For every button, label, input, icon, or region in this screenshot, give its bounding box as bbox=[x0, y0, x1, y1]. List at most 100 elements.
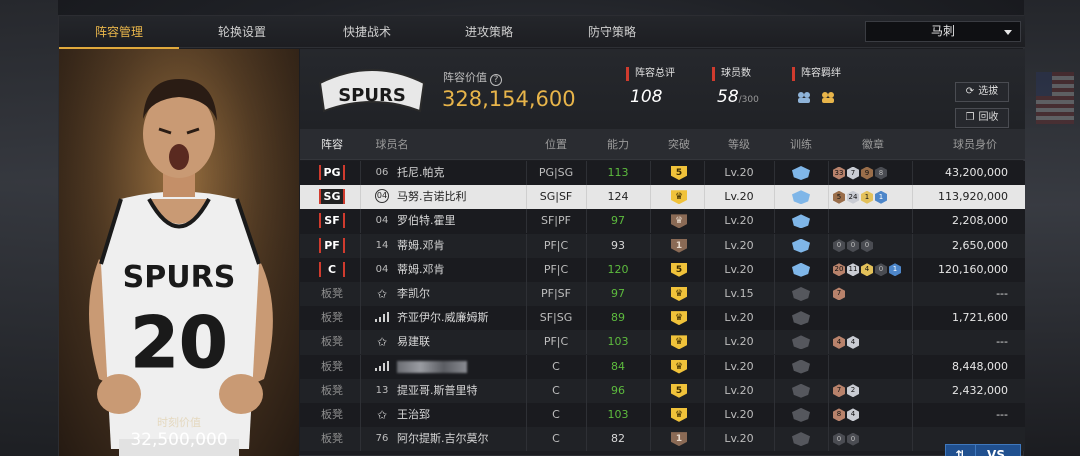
player-name[interactable]: 罗伯特.霍里 bbox=[397, 209, 522, 233]
col-breakthrough[interactable]: 突破 bbox=[664, 129, 694, 160]
breakthrough-cell[interactable]: 5 bbox=[664, 161, 694, 185]
level-cell: Lv.15 bbox=[724, 286, 754, 300]
breakthrough-cell[interactable]: 5 bbox=[664, 379, 694, 403]
player-name[interactable]: 齐亚伊尔.威廉姆斯 bbox=[397, 306, 522, 330]
player-card[interactable]: SPURS 20 时刻价值 32,500,000 bbox=[59, 49, 299, 456]
col-slot[interactable]: 阵容 bbox=[318, 129, 346, 160]
breakthrough-cell[interactable]: ♛ bbox=[664, 185, 694, 209]
slot-cell[interactable]: PF bbox=[318, 234, 346, 258]
table-row[interactable]: 板凳 ✩ 王治郅 C 103 ♛ Lv.20 8 4 --- bbox=[300, 402, 1025, 428]
recycle-button[interactable]: ❐ 回收 bbox=[955, 108, 1009, 128]
player-name[interactable]: 蒂姆.邓肯 bbox=[397, 258, 522, 282]
training-cell[interactable] bbox=[786, 330, 816, 354]
table-row[interactable]: PF 14 蒂姆.邓肯 PF|C 93 1 Lv.20 0 0 0 2,650,000 bbox=[300, 233, 1025, 258]
slot-cell[interactable]: PG bbox=[318, 161, 346, 185]
column-divider bbox=[704, 233, 705, 258]
player-name[interactable]: 蒂姆.邓肯 bbox=[397, 234, 522, 258]
col-name[interactable]: 球员名 bbox=[372, 129, 412, 160]
tab-quick-tactics[interactable]: 快捷战术 bbox=[307, 16, 427, 48]
training-icon bbox=[792, 311, 810, 326]
training-cell[interactable] bbox=[786, 355, 816, 379]
breakthrough-cell[interactable]: ♛ bbox=[664, 306, 694, 330]
table-row[interactable]: SF 04 罗伯特.霍里 SF|PF 97 ♛ Lv.20 2,208,000 bbox=[300, 209, 1025, 234]
slot-cell[interactable]: SF bbox=[318, 209, 346, 233]
column-divider bbox=[828, 161, 829, 185]
tab-rotation[interactable]: 轮换设置 bbox=[182, 16, 302, 48]
training-cell[interactable] bbox=[786, 209, 816, 233]
col-training[interactable]: 训练 bbox=[786, 129, 816, 160]
breakthrough-cell[interactable]: ♛ bbox=[664, 355, 694, 379]
slot-cell[interactable]: 板凳 bbox=[318, 379, 346, 403]
column-divider bbox=[360, 427, 361, 452]
player-name[interactable]: 李凯尔 bbox=[397, 282, 522, 306]
training-cell[interactable] bbox=[786, 306, 816, 330]
training-cell[interactable] bbox=[786, 403, 816, 427]
slot-cell[interactable]: 板凳 bbox=[318, 403, 346, 427]
training-cell[interactable] bbox=[786, 185, 816, 209]
player-name[interactable]: 阿尔提斯.吉尔莫尔 bbox=[397, 427, 522, 451]
breakthrough-cell[interactable]: ♛ bbox=[664, 209, 694, 233]
col-position[interactable]: 位置 bbox=[526, 129, 586, 160]
star-icon: ✩ bbox=[376, 286, 388, 301]
column-divider bbox=[586, 233, 587, 258]
slot-cell[interactable]: 板凳 bbox=[318, 306, 346, 330]
swap-icon[interactable]: ⇅ bbox=[946, 445, 976, 456]
player-name[interactable]: 马努.吉诺比利 bbox=[397, 185, 522, 209]
column-divider bbox=[586, 354, 587, 379]
select-button-label: 选拔 bbox=[978, 86, 999, 97]
team-dropdown[interactable]: 马刺 bbox=[865, 21, 1021, 42]
level-cell: Lv.20 bbox=[724, 335, 754, 349]
help-icon[interactable]: ? bbox=[490, 74, 502, 86]
table-row[interactable]: 板凳 齐亚伊尔.威廉姆斯 SF|SG 89 ♛ Lv.20 1,721,600 bbox=[300, 306, 1025, 331]
training-cell[interactable] bbox=[786, 379, 816, 403]
table-row[interactable]: 板凳 C 84 ♛ Lv.20 8,448,000 bbox=[300, 354, 1025, 379]
breakthrough-cell[interactable]: 5 bbox=[664, 258, 694, 282]
tab-lineup[interactable]: 阵容管理 bbox=[59, 16, 179, 49]
slot-cell[interactable]: 板凳 bbox=[318, 355, 346, 379]
training-cell[interactable] bbox=[786, 258, 816, 282]
training-cell[interactable] bbox=[786, 234, 816, 258]
slot-cell[interactable]: 板凳 bbox=[318, 427, 346, 451]
column-divider bbox=[828, 185, 829, 210]
breakthrough-cell[interactable]: ♛ bbox=[664, 403, 694, 427]
player-name[interactable]: 王治郅 bbox=[397, 403, 522, 427]
bond-icons[interactable] bbox=[796, 89, 839, 108]
training-cell[interactable] bbox=[786, 427, 816, 451]
select-button[interactable]: ⟳ 选拔 bbox=[955, 82, 1009, 102]
table-row[interactable]: SG 04 马努.吉诺比利 SG|SF 124 ♛ Lv.20 5 24 1 1 113,920,00… bbox=[300, 185, 1025, 210]
table-row[interactable]: 板凳 13 提亚哥.斯普里特 C 96 5 Lv.20 7 2 2,432,000 bbox=[300, 378, 1025, 403]
training-cell[interactable] bbox=[786, 161, 816, 185]
breakthrough-cell[interactable]: 1 bbox=[664, 427, 694, 451]
table-row[interactable]: 板凳 ✩ 李凯尔 PF|SF 97 ♛ Lv.15 7 --- bbox=[300, 281, 1025, 307]
col-value[interactable]: 球员身价 bbox=[940, 129, 1010, 160]
table-row[interactable]: 板凳 76 阿尔提斯.吉尔莫尔 C 82 1 Lv.20 0 0 bbox=[300, 427, 1025, 452]
vs-button[interactable]: ⇅ VS bbox=[945, 444, 1021, 456]
tab-offense[interactable]: 进攻策略 bbox=[429, 16, 549, 48]
slot-cell[interactable]: SG bbox=[318, 185, 346, 209]
training-cell[interactable] bbox=[786, 282, 816, 306]
player-name[interactable]: 托尼.帕克 bbox=[397, 161, 522, 185]
level-cell: Lv.20 bbox=[724, 432, 754, 446]
col-ability[interactable]: 能力 bbox=[596, 129, 640, 160]
column-divider bbox=[650, 354, 651, 379]
table-row[interactable]: C 04 蒂姆.邓肯 PF|C 120 5 Lv.20 20 11 4 0 1 120,160,000 bbox=[300, 257, 1025, 282]
slot-cell[interactable]: 板凳 bbox=[318, 282, 346, 306]
table-row[interactable]: 板凳 ✩ 易建联 PF|C 103 ♛ Lv.20 4 4 --- bbox=[300, 330, 1025, 355]
slot-cell[interactable]: C bbox=[318, 258, 346, 282]
ability-cell: 103 bbox=[607, 407, 629, 421]
tab-defense[interactable]: 防守策略 bbox=[552, 16, 672, 48]
player-name[interactable]: 易建联 bbox=[397, 330, 522, 354]
player-value-cell: 43,200,000 bbox=[945, 166, 1008, 179]
player-name[interactable] bbox=[397, 355, 522, 379]
table-row[interactable]: PG 06 托尼.帕克 PG|SG 113 5 Lv.20 33 7 9 8 43,200,000 bbox=[300, 161, 1025, 186]
player-name[interactable]: 提亚哥.斯普里特 bbox=[397, 379, 522, 403]
breakthrough-cell[interactable]: ♛ bbox=[664, 330, 694, 354]
breakthrough-cell[interactable]: ♛ bbox=[664, 282, 694, 306]
slot-cell[interactable]: 板凳 bbox=[318, 330, 346, 354]
bond-gold-icon[interactable] bbox=[820, 89, 836, 103]
bond-group-icon[interactable] bbox=[796, 89, 812, 103]
column-divider bbox=[360, 281, 361, 306]
col-level[interactable]: 等级 bbox=[714, 129, 764, 160]
breakthrough-cell[interactable]: 1 bbox=[664, 234, 694, 258]
col-badges[interactable]: 徽章 bbox=[853, 129, 893, 160]
